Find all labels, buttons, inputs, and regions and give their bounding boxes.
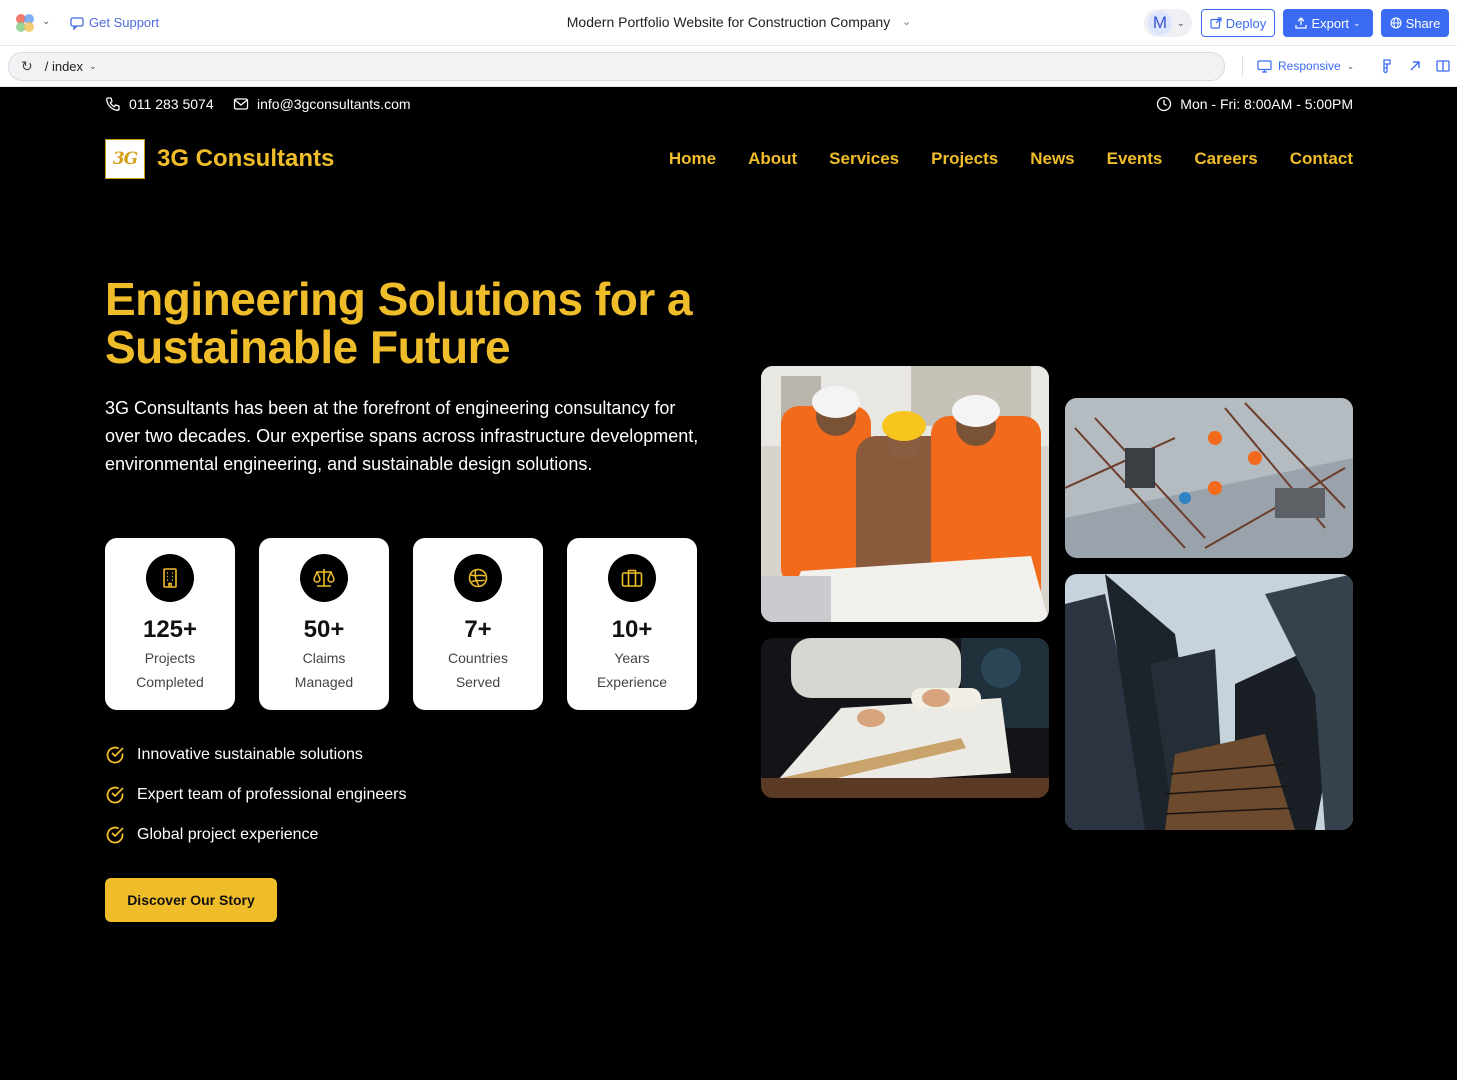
nav-item-news[interactable]: News — [1030, 149, 1074, 169]
hero-title: Engineering Solutions for a Sustainable … — [105, 273, 693, 373]
get-support-label: Get Support — [89, 15, 160, 30]
chat-icon — [70, 16, 84, 30]
contact-bar: 011 283 5074 info@3gconsultants.com Mon … — [105, 96, 1353, 116]
building-icon — [146, 554, 194, 602]
stat-value: 10+ — [611, 616, 653, 643]
brand-home-link[interactable]: 3G 3G Consultants — [105, 139, 334, 179]
nav-item-contact[interactable]: Contact — [1290, 149, 1353, 169]
feature-text: Innovative sustainable solutions — [137, 746, 363, 763]
feature-text: Global project experience — [137, 826, 319, 843]
stat-card-countries: 7+ Countries Served — [413, 538, 543, 710]
brand-name: 3G Consultants — [157, 145, 335, 172]
phone-contact[interactable]: 011 283 5074 — [105, 96, 214, 112]
share-button[interactable]: Share — [1381, 9, 1449, 37]
deploy-label: Deploy — [1225, 15, 1267, 31]
deploy-button[interactable]: Deploy — [1201, 9, 1275, 37]
nav-item-projects[interactable]: Projects — [931, 149, 998, 169]
nav-item-careers[interactable]: Careers — [1194, 149, 1257, 169]
scale-icon — [300, 554, 348, 602]
stat-label: Years Experience — [596, 650, 668, 690]
url-path-field[interactable]: ↻ / index ⌄ — [8, 52, 1225, 81]
url-path: / index — [44, 59, 84, 74]
office-hours-text: Mon - Fri: 8:00AM - 5:00PM — [1180, 96, 1353, 112]
app-menu-chevron-icon[interactable]: ⌄ — [42, 16, 50, 27]
brand-logo: 3G — [105, 139, 145, 179]
email-address: info@3gconsultants.com — [257, 96, 411, 112]
stat-label: Projects Completed — [136, 650, 204, 690]
globe-icon — [454, 554, 502, 602]
office-hours: Mon - Fri: 8:00AM - 5:00PM — [1156, 96, 1353, 112]
phone-number: 011 283 5074 — [129, 96, 214, 112]
stat-card-years: 10+ Years Experience — [567, 538, 697, 710]
globe-icon — [1390, 17, 1402, 29]
mail-icon — [233, 98, 249, 110]
export-chevron-icon: ⌄ — [1353, 17, 1361, 28]
responsive-view-select[interactable]: Responsive ⌄ — [1257, 59, 1354, 73]
list-item: Expert team of professional engineers — [105, 783, 406, 807]
stat-label: Countries Served — [448, 650, 508, 690]
stat-value: 7+ — [464, 616, 492, 643]
split-view-icon[interactable] — [1435, 58, 1451, 74]
external-link-icon — [1210, 17, 1222, 29]
check-circle-icon — [106, 786, 124, 804]
title-dropdown-chevron-icon[interactable]: ⌄ — [902, 15, 911, 28]
nav-item-events[interactable]: Events — [1107, 149, 1163, 169]
feature-text: Expert team of professional engineers — [137, 786, 407, 803]
briefcase-icon — [608, 554, 656, 602]
upload-icon — [1295, 17, 1308, 29]
hero-description: 3G Consultants has been at the forefront… — [105, 398, 699, 474]
architect-drafting-blueprint-photo — [761, 638, 1049, 798]
responsive-chevron-icon: ⌄ — [1346, 60, 1355, 71]
figma-icon[interactable] — [1379, 58, 1395, 74]
check-circle-icon — [106, 826, 124, 844]
export-label: Export — [1311, 15, 1350, 31]
nav-item-home[interactable]: Home — [669, 149, 716, 169]
engineers-reviewing-plans-photo — [761, 366, 1049, 622]
stat-card-projects: 125+ Projects Completed — [105, 538, 235, 710]
site-preview: 011 283 5074 info@3gconsultants.com Mon … — [0, 87, 1457, 1080]
stats-row: 125+ Projects Completed 50+ Claims Manag… — [105, 538, 697, 710]
nav-item-services[interactable]: Services — [829, 149, 899, 169]
construction-site-aerial-photo — [1065, 398, 1353, 558]
reload-icon[interactable]: ↻ — [21, 58, 33, 75]
skyscrapers-lookup-photo — [1065, 574, 1353, 830]
nav-item-about[interactable]: About — [748, 149, 797, 169]
export-button[interactable]: Export ⌄ — [1283, 9, 1373, 37]
monitor-icon — [1257, 59, 1272, 73]
get-support-link[interactable]: Get Support — [70, 15, 159, 30]
discover-story-button[interactable]: Discover Our Story — [105, 878, 277, 922]
user-menu-chevron-icon: ⌄ — [1177, 17, 1185, 28]
path-dropdown-chevron-icon[interactable]: ⌄ — [89, 61, 97, 72]
share-label: Share — [1405, 15, 1441, 31]
user-menu[interactable]: M ⌄ — [1144, 9, 1192, 37]
clock-icon — [1157, 96, 1172, 112]
responsive-label: Responsive — [1278, 59, 1341, 73]
phone-icon — [106, 97, 120, 111]
stat-value: 50+ — [303, 616, 345, 643]
feature-list: Innovative sustainable solutions Expert … — [105, 743, 406, 863]
toolbar-divider — [1242, 56, 1243, 77]
stat-label: Claims Managed — [294, 650, 354, 690]
editor-topbar: ⌄ Get Support Modern Portfolio Website f… — [0, 0, 1457, 46]
stat-card-claims: 50+ Claims Managed — [259, 538, 389, 710]
app-logo-icon[interactable] — [14, 12, 36, 34]
email-contact[interactable]: info@3gconsultants.com — [233, 96, 411, 112]
stat-value: 125+ — [142, 616, 198, 643]
list-item: Global project experience — [105, 823, 406, 847]
preview-address-bar: ↻ / index ⌄ Responsive ⌄ — [0, 46, 1457, 87]
avatar: M — [1148, 11, 1172, 35]
main-nav: Home About Services Projects News Events… — [669, 149, 1353, 169]
list-item: Innovative sustainable solutions — [105, 743, 406, 767]
open-in-new-icon[interactable] — [1407, 58, 1423, 74]
check-circle-icon — [106, 746, 124, 764]
